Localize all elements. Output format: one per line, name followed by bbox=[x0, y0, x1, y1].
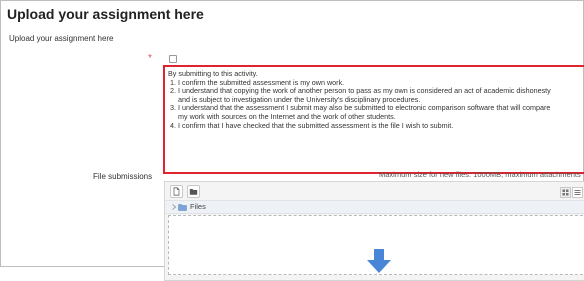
folder-icon bbox=[178, 204, 187, 211]
grid-icon bbox=[562, 189, 569, 196]
breadcrumb: Files bbox=[165, 200, 584, 214]
down-arrow-icon bbox=[367, 249, 391, 273]
create-folder-button[interactable] bbox=[187, 185, 200, 198]
declaration-box: By submitting to this activity. I confir… bbox=[163, 65, 584, 174]
required-marker: * bbox=[148, 53, 152, 64]
icon-view-button[interactable] bbox=[560, 187, 571, 198]
folder-icon bbox=[189, 189, 198, 195]
file-drop-area[interactable] bbox=[168, 215, 584, 275]
page-title: Upload your assignment here bbox=[7, 6, 204, 22]
declaration-item-3: I understand that the assessment I submi… bbox=[178, 104, 584, 121]
list-view-button[interactable] bbox=[572, 187, 583, 198]
declaration-item-4: I confirm that I have checked that the s… bbox=[178, 121, 584, 131]
declaration-item-3-line-2: my work with sources on the Internet and… bbox=[178, 111, 396, 121]
list-icon bbox=[574, 190, 581, 195]
breadcrumb-files[interactable]: Files bbox=[190, 202, 206, 211]
max-size-info: Maximum size for new files: 1000MB, maxi… bbox=[379, 170, 581, 179]
declaration-list: I confirm the submitted assessment is my… bbox=[168, 78, 584, 131]
new-file-icon bbox=[173, 187, 180, 196]
file-submissions-label: File submissions bbox=[93, 172, 153, 181]
add-file-button[interactable] bbox=[170, 185, 183, 198]
declaration-item-2: I understand that copying the work of an… bbox=[178, 86, 584, 104]
declaration-checkbox[interactable] bbox=[169, 55, 177, 63]
page-subtitle: Upload your assignment here bbox=[9, 34, 114, 43]
chevron-right-icon bbox=[172, 204, 176, 210]
